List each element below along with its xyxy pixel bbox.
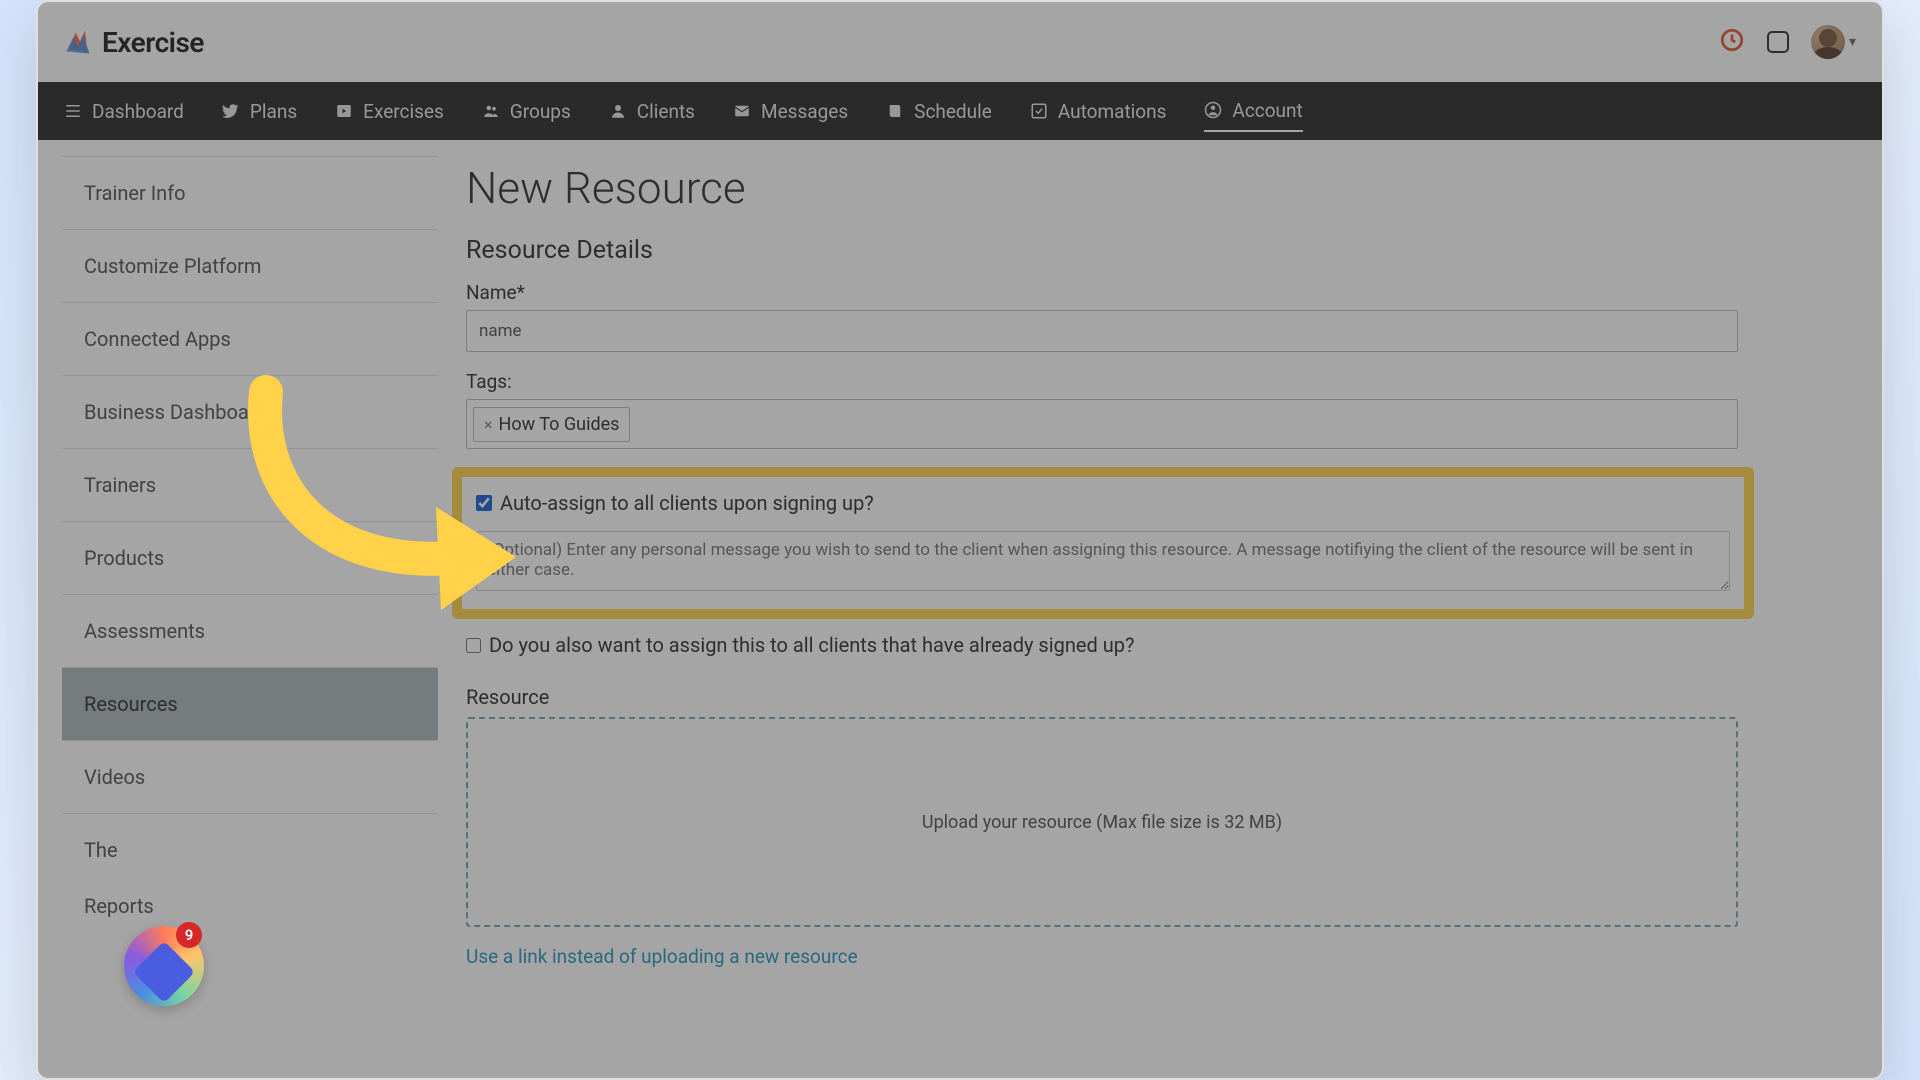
list-icon xyxy=(64,102,82,120)
envelope-icon xyxy=(733,102,751,120)
nav-label: Schedule xyxy=(914,100,992,123)
nav-plans[interactable]: Plans xyxy=(222,92,297,131)
nav-automations[interactable]: Automations xyxy=(1030,92,1167,131)
tag-remove-icon[interactable]: × xyxy=(484,415,493,434)
user-icon xyxy=(609,102,627,120)
sidebar-item-reports[interactable]: Reports xyxy=(62,886,438,942)
play-icon xyxy=(335,102,353,120)
help-widget[interactable]: 9 xyxy=(124,926,204,1006)
tag-label: How To Guides xyxy=(499,414,620,435)
auto-assign-checkbox[interactable] xyxy=(476,495,492,511)
inbox-icon[interactable] xyxy=(1767,31,1789,53)
group-icon xyxy=(482,102,500,120)
nav-schedule[interactable]: Schedule xyxy=(886,92,992,131)
page-title: New Resource xyxy=(466,162,1842,214)
sidebar-item-trainer-info[interactable]: Trainer Info xyxy=(62,156,438,230)
topbar: Exercise ▾ xyxy=(38,2,1882,82)
nav-label: Clients xyxy=(637,100,695,123)
dropzone-text: Upload your resource (Max file size is 3… xyxy=(922,812,1282,833)
auto-assign-label: Auto-assign to all clients upon signing … xyxy=(500,491,874,515)
sidebar-item-business-dashboard[interactable]: Business Dashboard xyxy=(62,376,438,449)
tags-input[interactable]: × How To Guides xyxy=(466,399,1738,449)
highlighted-region: Auto-assign to all clients upon signing … xyxy=(452,467,1754,619)
account-icon xyxy=(1204,101,1222,119)
nav-label: Account xyxy=(1232,99,1302,122)
nav-label: Automations xyxy=(1058,100,1167,123)
nav-label: Groups xyxy=(510,100,571,123)
sidebar-item-customize-platform[interactable]: Customize Platform xyxy=(62,230,438,303)
main-content: New Resource Resource Details Name* Tags… xyxy=(438,140,1882,1078)
tag-chip[interactable]: × How To Guides xyxy=(473,407,630,442)
nav-groups[interactable]: Groups xyxy=(482,92,571,131)
use-link-instead[interactable]: Use a link instead of uploading a new re… xyxy=(466,945,858,968)
nav-account[interactable]: Account xyxy=(1204,91,1302,132)
brand[interactable]: Exercise xyxy=(64,26,204,59)
nav-clients[interactable]: Clients xyxy=(609,92,695,131)
sidebar-item-products[interactable]: Products xyxy=(62,522,438,595)
nav-label: Exercises xyxy=(363,100,444,123)
section-title: Resource Details xyxy=(466,236,1842,265)
tags-label: Tags: xyxy=(466,370,1842,393)
name-label: Name* xyxy=(466,281,1842,304)
upload-dropzone[interactable]: Upload your resource (Max file size is 3… xyxy=(466,717,1738,927)
brand-logo-icon xyxy=(64,28,92,56)
name-input[interactable] xyxy=(466,310,1738,352)
chevron-down-icon: ▾ xyxy=(1849,34,1856,50)
book-icon xyxy=(886,102,904,120)
sidebar-item-videos[interactable]: Videos xyxy=(62,741,438,814)
nav-exercises[interactable]: Exercises xyxy=(335,92,444,131)
nav-label: Dashboard xyxy=(92,100,184,123)
resource-label: Resource xyxy=(466,685,1842,709)
nav-label: Plans xyxy=(250,100,297,123)
nav-dashboard[interactable]: Dashboard xyxy=(64,92,184,131)
assign-existing-label: Do you also want to assign this to all c… xyxy=(489,633,1134,657)
brand-name: Exercise xyxy=(102,26,204,59)
sidebar-item-resources[interactable]: Resources xyxy=(62,668,438,741)
user-menu[interactable]: ▾ xyxy=(1811,25,1856,59)
twitter-icon xyxy=(222,102,240,120)
sidebar-item-trainers[interactable]: Trainers xyxy=(62,449,438,522)
nav-messages[interactable]: Messages xyxy=(733,92,848,131)
nav-label: Messages xyxy=(761,100,848,123)
clock-icon[interactable] xyxy=(1719,27,1745,57)
sidebar: Trainer Info Customize Platform Connecte… xyxy=(38,140,438,1078)
help-badge-count: 9 xyxy=(176,922,202,948)
sidebar-item-assessments[interactable]: Assessments xyxy=(62,595,438,668)
navbar: Dashboard Plans Exercises Groups Clients… xyxy=(38,82,1882,140)
personal-message-textarea[interactable] xyxy=(476,531,1730,591)
sidebar-item-connected-apps[interactable]: Connected Apps xyxy=(62,303,438,376)
assign-existing-checkbox[interactable] xyxy=(466,638,481,653)
check-square-icon xyxy=(1030,102,1048,120)
avatar xyxy=(1811,25,1845,59)
sidebar-item-the[interactable]: The xyxy=(62,814,438,886)
